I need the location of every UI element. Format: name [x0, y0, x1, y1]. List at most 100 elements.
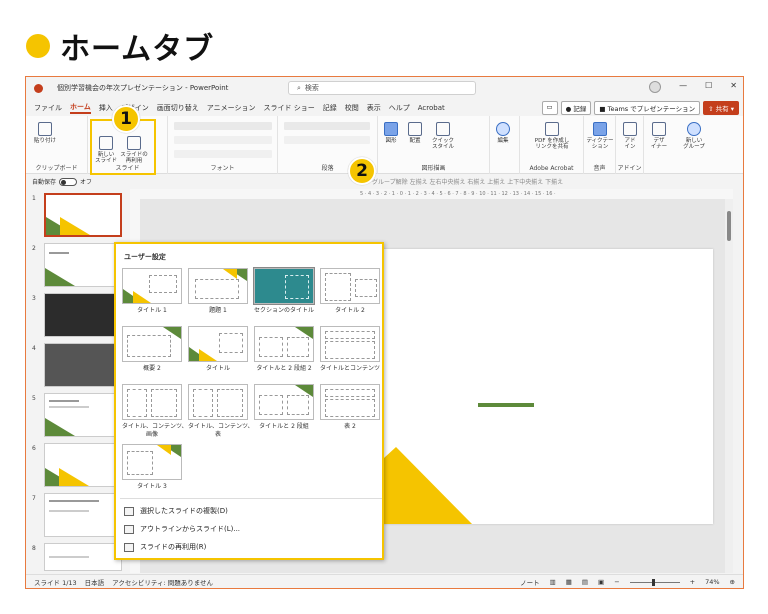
slide-thumb-2[interactable] [44, 243, 122, 287]
layout-option-12[interactable]: 表 2 [320, 384, 380, 431]
tab-help[interactable]: ヘルプ [389, 103, 410, 113]
pdf-icon [545, 122, 559, 136]
font-name-dropdown[interactable] [174, 122, 272, 130]
create-pdf-button[interactable]: PDF を作成し リンクを共有 [528, 122, 576, 150]
drawing-group: 図形 配置 クイック スタイル 図形描画 [378, 116, 490, 174]
outline-icon [124, 524, 134, 534]
search-icon: ⌕ [297, 83, 301, 92]
layout-option-3[interactable]: セクションのタイトル [253, 267, 315, 315]
tab-transitions[interactable]: 画面切り替え [157, 103, 199, 113]
sorter-view-icon[interactable]: ▦ [566, 578, 572, 586]
new-group-button[interactable]: 新しい グループ [680, 122, 708, 150]
search-placeholder: 検索 [304, 84, 319, 92]
arrange-button[interactable]: 配置 [408, 122, 422, 144]
layout-option-7[interactable]: タイトルと 2 段組 2 [254, 326, 314, 373]
paste-icon [38, 122, 52, 136]
scroll-thumb[interactable] [727, 211, 731, 241]
slide-thumb-5[interactable] [44, 393, 122, 437]
quick-style-button[interactable]: クイック スタイル [432, 122, 454, 150]
tab-insert[interactable]: 挿入 [99, 103, 113, 113]
notes-button[interactable]: ノート [520, 577, 540, 587]
fit-slide-icon[interactable]: ⊕ [730, 578, 735, 586]
slide-thumb-8[interactable] [44, 543, 122, 571]
font-color-row[interactable] [174, 150, 272, 158]
layout-option-5[interactable]: 概要 2 [122, 326, 182, 373]
acrobat-group: PDF を作成し リンクを共有 Adobe Acrobat [520, 116, 584, 174]
addin-button[interactable]: アド イン [620, 122, 640, 150]
arrange-icon [408, 122, 422, 136]
layout-option-13[interactable]: タイトル 3 [122, 444, 182, 491]
list-controls[interactable] [284, 122, 370, 130]
duplicate-icon [124, 506, 134, 516]
tab-home[interactable]: ホーム [70, 102, 91, 114]
zoom-slider[interactable] [629, 578, 680, 586]
slide-thumb-7[interactable] [44, 493, 122, 537]
layout-gallery: ユーザー設定 タイトル 1 題題 1 セクションのタイトル タイトル 2 概要 … [114, 242, 384, 560]
tab-slideshow[interactable]: スライド ショー [264, 103, 315, 113]
vertical-scrollbar[interactable] [725, 199, 733, 573]
toggle-switch[interactable] [59, 177, 78, 186]
callout-badge-1: 1 [112, 105, 140, 133]
language[interactable]: 日本語 [85, 577, 105, 587]
tab-animations[interactable]: アニメーション [207, 103, 256, 113]
close-icon[interactable]: ✕ [730, 81, 737, 93]
tab-review[interactable]: 校閲 [345, 103, 359, 113]
search-input[interactable]: ⌕ 検索 [288, 81, 476, 95]
font-format-row[interactable] [174, 136, 272, 144]
slide-thumb-1[interactable] [44, 193, 122, 237]
reading-view-icon[interactable]: ▤ [582, 578, 588, 586]
layout-option-4[interactable]: タイトル 2 [320, 268, 380, 315]
callout-badge-2: 2 [348, 157, 376, 185]
addin-icon [623, 122, 637, 136]
zoom-out-icon[interactable]: − [614, 578, 619, 586]
accessibility-status[interactable]: アクセシビリティ: 問題ありません [112, 577, 213, 587]
shape-button[interactable]: 図形 [384, 122, 398, 144]
tab-view[interactable]: 表示 [367, 103, 381, 113]
teams-present-button[interactable]: ■ Teams でプレゼンテーション [594, 101, 701, 115]
paste-button[interactable]: 貼り付け [34, 122, 56, 144]
layout-option-1[interactable]: タイトル 1 [122, 268, 182, 315]
microphone-icon [593, 122, 607, 136]
window-title: 個別学習機会の年次プレゼンテーション - PowerPoint [57, 84, 229, 92]
section-heading: ホームタブ [26, 24, 214, 68]
gallery-separator [120, 498, 382, 499]
tab-record[interactable]: 記録 [323, 103, 337, 113]
comment-button[interactable]: ▭ [541, 101, 558, 115]
designer-group: デザ イナー [644, 116, 674, 174]
zoom-in-icon[interactable]: + [690, 578, 695, 586]
edit-group: 編集 [490, 116, 520, 174]
alignment-toolbar[interactable]: グループ解除 左揃え 左右中央揃え 右揃え 上揃え 上下中央揃え 下揃え [372, 177, 563, 186]
status-bar: スライド 1/13 日本語 アクセシビリティ: 問題ありません ノート ▥ ▦ … [26, 574, 743, 588]
autosave-toggle[interactable]: 自動保存 オフ [32, 177, 92, 186]
layout-option-2[interactable]: 題題 1 [188, 268, 248, 315]
align-controls[interactable] [284, 136, 370, 144]
magnifier-icon [496, 122, 510, 136]
zoom-level[interactable]: 74% [705, 578, 719, 586]
normal-view-icon[interactable]: ▥ [550, 578, 556, 586]
slide-thumb-3[interactable] [44, 293, 122, 337]
reuse-slide-item[interactable]: スライドの再利用(R) [124, 542, 206, 552]
slideshow-view-icon[interactable]: ▣ [598, 578, 604, 586]
layout-option-8[interactable]: タイトルとコンテンツ [320, 326, 380, 373]
minimize-icon[interactable]: — [679, 81, 687, 93]
edit-button[interactable]: 編集 [496, 122, 510, 144]
avatar[interactable] [649, 81, 662, 93]
slide-thumb-6[interactable] [44, 443, 122, 487]
slide-count: スライド 1/13 [34, 578, 77, 587]
layout-option-6[interactable]: タイトル [188, 326, 248, 373]
layout-option-11[interactable]: タイトルと 2 段組 [254, 384, 314, 431]
dictate-button[interactable]: ディクテー ション [586, 122, 614, 150]
share-button[interactable]: ⇧ 共有 ▾ [703, 101, 739, 115]
record-button[interactable]: ● 記録 [560, 101, 592, 115]
voice-group: ディクテー ション 音声 [584, 116, 616, 174]
layout-option-9[interactable]: タイトル、コンテンツ、 画像 [122, 384, 188, 438]
duplicate-slide-item[interactable]: 選択したスライドの複製(D) [124, 506, 228, 516]
layout-option-10[interactable]: タイトル、コンテンツ、 表 [188, 384, 254, 438]
tab-file[interactable]: ファイル [34, 103, 62, 113]
designer-button[interactable]: デザ イナー [648, 122, 670, 150]
slide-thumb-4[interactable] [44, 343, 122, 387]
tab-acrobat[interactable]: Acrobat [418, 104, 445, 112]
outline-slide-item[interactable]: アウトラインからスライド(L)... [124, 524, 240, 534]
maximize-icon[interactable]: ☐ [705, 81, 712, 93]
horizontal-ruler: 5 · 4 · 3 · 2 · 1 · 0 · 1 · 2 · 3 · 4 · … [130, 189, 733, 199]
